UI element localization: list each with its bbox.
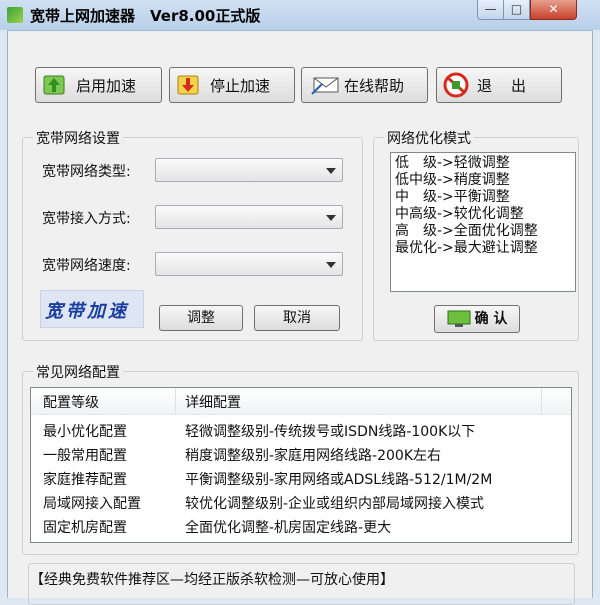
monitor-icon — [447, 310, 471, 327]
table-row[interactable]: 固定机房配置 全面优化调整-机房固定线路-更大 — [31, 514, 571, 538]
app-icon — [7, 7, 23, 23]
list-item[interactable]: 高 级->全面优化调整 — [395, 223, 571, 240]
row-level: 家庭推荐配置 — [43, 472, 127, 488]
broadband-logo: 宽带加速 — [40, 290, 144, 328]
stop-label: 停止加速 — [210, 76, 271, 95]
arrow-up-icon — [43, 75, 65, 95]
maximize-button[interactable]: □ — [503, 0, 530, 20]
arrow-down-icon — [177, 75, 199, 95]
chevron-down-icon — [326, 262, 336, 268]
window-title: 宽带上网加速器 Ver8.00正式版 — [30, 7, 261, 25]
row-level: 最小优化配置 — [43, 424, 127, 440]
title-bar[interactable]: 宽带上网加速器 Ver8.00正式版 — □ ✕ — [0, 0, 600, 30]
list-item[interactable]: 最优化->最大避让调整 — [395, 240, 571, 257]
row-detail: 轻微调整级别-传统拨号或ISDN线路-100K以下 — [185, 424, 476, 440]
row-level: 局域网接入配置 — [43, 496, 141, 512]
optimization-mode-list[interactable]: 低 级->轻微调整 低中级->稍度调整 中 级->平衡调整 中高级->较优化调整… — [390, 152, 576, 292]
list-item[interactable]: 中 级->平衡调整 — [395, 189, 571, 206]
network-type-label: 宽带网络类型: — [42, 164, 131, 180]
cancel-button[interactable]: 取消 — [254, 305, 340, 331]
table-row[interactable]: 一般常用配置 稍度调整级别-家庭用网络线路-200K左右 — [31, 442, 571, 466]
row-detail: 较优化调整级别-企业或组织内部局域网接入模式 — [185, 496, 485, 512]
row-detail: 平衡调整级别-家用网络或ADSL线路-512/1M/2M — [185, 472, 493, 488]
chevron-down-icon — [326, 215, 336, 221]
list-item[interactable]: 中高级->较优化调整 — [395, 206, 571, 223]
column-header-level[interactable]: 配置等级 — [43, 392, 99, 412]
table-row[interactable]: 家庭推荐配置 平衡调整级别-家用网络或ADSL线路-512/1M/2M — [31, 466, 571, 490]
adjust-button[interactable]: 调整 — [159, 305, 243, 331]
main-panel: 启用加速 停止加速 在线帮助 退 出 宽带网络设置 宽带网络类型: 宽带接入方式… — [7, 30, 593, 605]
confirm-label: 确 认 — [474, 311, 508, 327]
recommendation-text[interactable]: 【经典免费软件推荐区—均经正版杀软检测—可放心使用】 — [30, 569, 394, 589]
column-divider[interactable] — [541, 388, 542, 414]
access-method-label: 宽带接入方式: — [42, 211, 131, 227]
list-item[interactable]: 低 级->轻微调整 — [395, 155, 571, 172]
start-label: 启用加速 — [76, 76, 137, 95]
network-speed-label: 宽带网络速度: — [42, 258, 131, 274]
help-label: 在线帮助 — [344, 76, 405, 95]
online-help-button[interactable]: 在线帮助 — [301, 67, 428, 103]
row-detail: 稍度调整级别-家庭用网络线路-200K左右 — [185, 448, 442, 464]
column-header-detail[interactable]: 详细配置 — [185, 392, 241, 412]
access-method-select[interactable] — [155, 205, 343, 229]
chevron-down-icon — [326, 168, 336, 174]
confirm-button[interactable]: 确 认 — [434, 305, 520, 333]
table-header: 配置等级 详细配置 — [31, 388, 571, 415]
exit-label: 退 出 — [477, 76, 529, 95]
network-speed-select[interactable] — [155, 252, 343, 276]
mail-icon — [311, 77, 339, 95]
no-entry-icon — [443, 72, 469, 98]
start-acceleration-button[interactable]: 启用加速 — [35, 67, 162, 103]
mode-group-label: 网络优化模式 — [384, 128, 474, 148]
common-config-label: 常见网络配置 — [33, 362, 123, 382]
list-item[interactable]: 低中级->稍度调整 — [395, 172, 571, 189]
table-row[interactable]: 局域网接入配置 较优化调整级别-企业或组织内部局域网接入模式 — [31, 490, 571, 514]
close-button[interactable]: ✕ — [530, 0, 577, 20]
network-type-select[interactable] — [155, 158, 343, 182]
row-level: 固定机房配置 — [43, 520, 127, 536]
stop-acceleration-button[interactable]: 停止加速 — [169, 67, 295, 103]
config-table[interactable]: 配置等级 详细配置 最小优化配置 轻微调整级别-传统拨号或ISDN线路-100K… — [30, 387, 572, 543]
column-divider[interactable] — [175, 388, 176, 414]
table-row[interactable]: 最小优化配置 轻微调整级别-传统拨号或ISDN线路-100K以下 — [31, 418, 571, 442]
row-level: 一般常用配置 — [43, 448, 127, 464]
exit-button[interactable]: 退 出 — [436, 67, 562, 103]
settings-group-label: 宽带网络设置 — [33, 128, 123, 148]
row-detail: 全面优化调整-机房固定线路-更大 — [185, 520, 392, 536]
minimize-button[interactable]: — — [477, 0, 504, 20]
logo-text: 宽带加速 — [45, 301, 129, 322]
